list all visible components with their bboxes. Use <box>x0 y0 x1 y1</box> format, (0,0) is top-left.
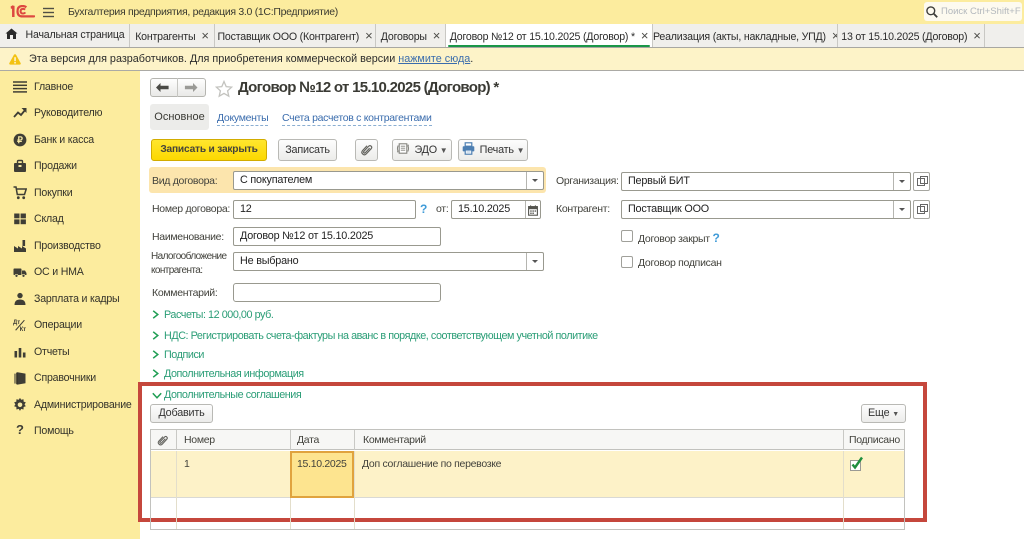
svg-text:Дт: Дт <box>13 320 20 326</box>
svg-text:₽: ₽ <box>17 135 23 145</box>
svg-text:Кт: Кт <box>20 327 27 332</box>
